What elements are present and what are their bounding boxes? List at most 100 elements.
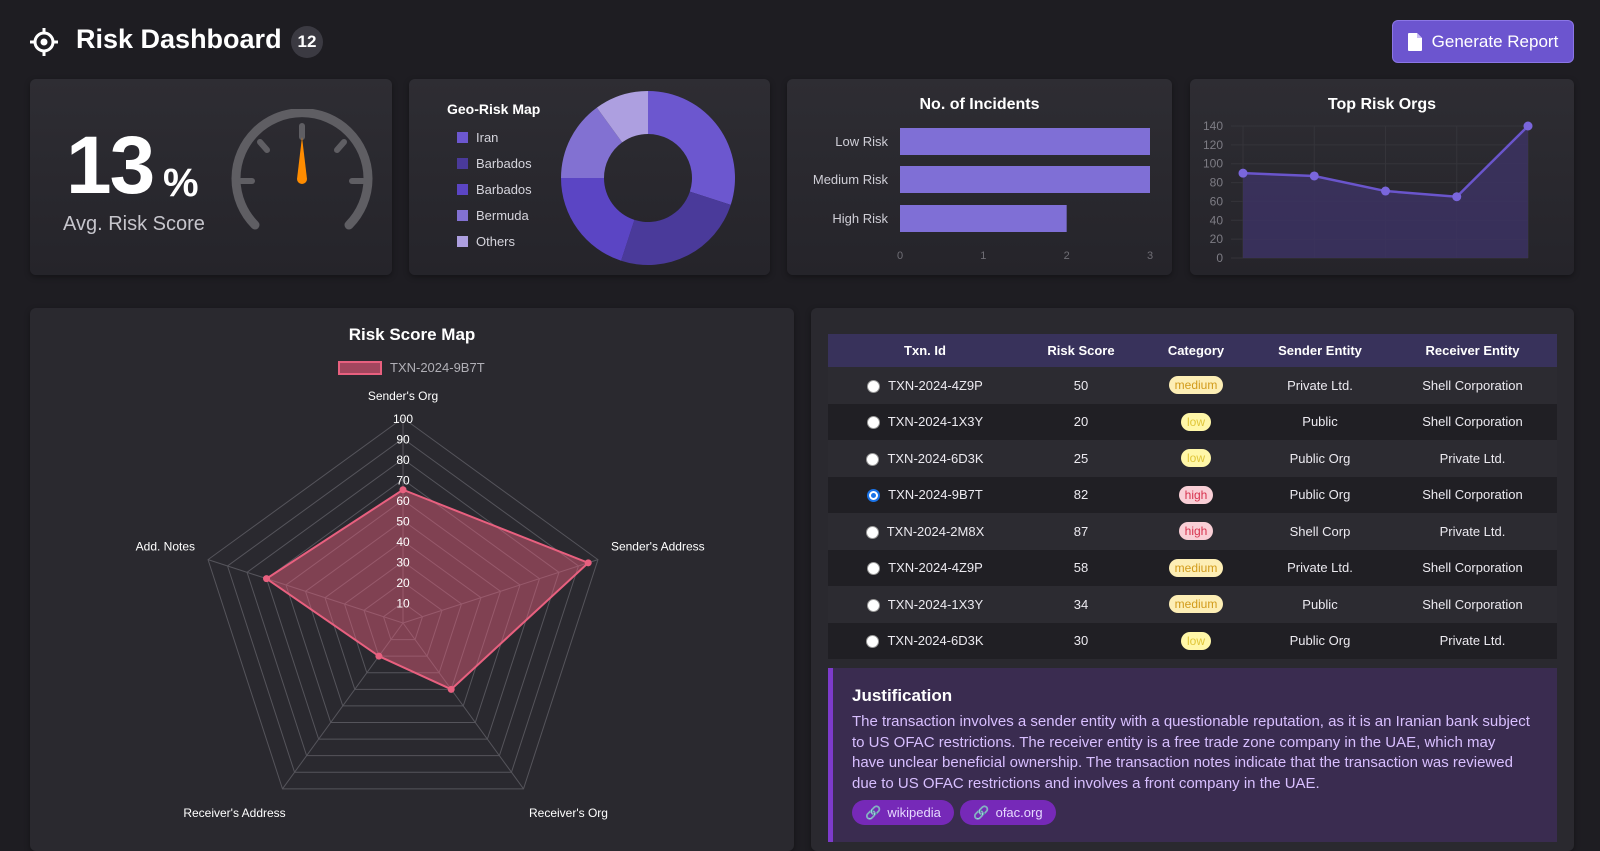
radar-point bbox=[584, 559, 592, 567]
txn-id-cell[interactable]: TXN-2024-6D3K bbox=[828, 440, 1022, 477]
risk-score-map-card: Risk Score Map TXN-2024-9B7T 10 20 30 40 50 6… bbox=[30, 308, 794, 851]
geo-risk-donut bbox=[561, 91, 735, 265]
row-radio-button[interactable] bbox=[866, 635, 880, 649]
table-row[interactable]: TXN-2024-6D3K 30 low Public Org Private Ltd. bbox=[828, 622, 1557, 659]
legend-label: Barbados bbox=[476, 156, 532, 171]
incidents-bar-chart: Low Risk Medium Risk High Risk 0 1 2 3 bbox=[813, 128, 1153, 262]
table-row[interactable]: TXN-2024-6D3K 25 low Public Org Private Ltd. bbox=[828, 440, 1557, 477]
table-row[interactable]: TXN-2024-9B7T 82 high Public Org Shell Corpo… bbox=[828, 476, 1557, 513]
justification-text: The transaction involves a sender entity… bbox=[852, 713, 1530, 793]
category-badge: low bbox=[1180, 449, 1211, 468]
table-row[interactable]: TXN-2024-4Z9P 50 medium Private Ltd. Shell C… bbox=[828, 367, 1557, 404]
category-badge: medium bbox=[1168, 595, 1224, 614]
risk-score-cell: 25 bbox=[1022, 440, 1140, 477]
receiver-entity-cell: Shell Corporation bbox=[1388, 476, 1557, 513]
risk-gauge bbox=[231, 109, 373, 230]
radar-tick-label: 90 bbox=[396, 433, 410, 447]
radar-axis-label: Receiver's Address bbox=[183, 806, 285, 820]
risk-score-cell: 58 bbox=[1022, 549, 1140, 586]
receiver-entity-cell: Shell Corporation bbox=[1388, 549, 1557, 586]
col-txn-id[interactable]: Txn. Id bbox=[828, 334, 1022, 367]
row-radio-button[interactable] bbox=[866, 452, 880, 466]
radar-tick-label: 40 bbox=[396, 535, 410, 549]
sender-entity-cell: Public Org bbox=[1252, 476, 1388, 513]
txn-id-cell[interactable]: TXN-2024-4Z9P bbox=[828, 367, 1022, 404]
txn-id-cell[interactable]: TXN-2024-9B7T bbox=[828, 476, 1022, 513]
incident-x-tick: 2 bbox=[1064, 250, 1070, 262]
category-badge: low bbox=[1180, 631, 1211, 650]
category-badge: high bbox=[1178, 485, 1214, 504]
row-radio-button[interactable] bbox=[867, 562, 881, 576]
incident-category-label: Low Risk bbox=[835, 134, 888, 149]
row-radio-button[interactable] bbox=[866, 416, 880, 430]
geo-legend-item[interactable]: Barbados bbox=[457, 156, 532, 171]
col-category[interactable]: Category bbox=[1140, 334, 1252, 367]
col-sender-entity[interactable]: Sender Entity bbox=[1252, 334, 1388, 367]
orgs-y-tick: 40 bbox=[1210, 213, 1224, 227]
radar-tick-label: 20 bbox=[396, 576, 410, 590]
category-cell: high bbox=[1140, 513, 1252, 550]
risk-score-cell: 20 bbox=[1022, 403, 1140, 440]
orgs-point bbox=[1309, 171, 1319, 181]
row-radio-button[interactable] bbox=[867, 489, 881, 503]
category-cell: medium bbox=[1140, 549, 1252, 586]
gauge-needle bbox=[297, 137, 307, 184]
generate-report-button[interactable]: Generate Report bbox=[1392, 20, 1574, 63]
geo-legend-item[interactable]: Others bbox=[457, 234, 515, 249]
incident-x-tick: 0 bbox=[897, 250, 903, 262]
risk-score-cell: 82 bbox=[1022, 476, 1140, 513]
txn-id-cell[interactable]: TXN-2024-1X3Y bbox=[828, 586, 1022, 623]
txn-id: TXN-2024-4Z9P bbox=[888, 560, 983, 576]
receiver-entity-cell: Shell Corporation bbox=[1388, 586, 1557, 623]
sender-entity-cell: Private Ltd. bbox=[1252, 549, 1388, 586]
crosshair-icon bbox=[30, 28, 58, 56]
table-row[interactable]: TXN-2024-1X3Y 34 medium Public Shell Corpora… bbox=[828, 586, 1557, 623]
orgs-y-tick: 140 bbox=[1203, 119, 1223, 133]
ofac-link[interactable]: 🔗 ofac.org bbox=[960, 800, 1056, 825]
donut-slice bbox=[648, 91, 735, 205]
legend-swatch bbox=[457, 236, 468, 247]
table-header-row: Txn. Id Risk Score Category Sender Entit… bbox=[828, 334, 1557, 367]
row-radio-button[interactable] bbox=[866, 598, 880, 612]
category-cell: medium bbox=[1140, 367, 1252, 404]
txn-id-cell[interactable]: TXN-2024-6D3K bbox=[828, 622, 1022, 659]
radar-series-area bbox=[264, 488, 591, 691]
top-orgs-card: Top Risk Orgs 0 20 40 60 80 100 120 140 bbox=[1190, 79, 1574, 275]
txn-id: TXN-2024-6D3K bbox=[887, 450, 984, 466]
incidents-card: No. of Incidents Low Risk Medium Risk High… bbox=[787, 79, 1172, 275]
radar-tick-label: 70 bbox=[396, 474, 410, 488]
sender-entity-cell: Public bbox=[1252, 586, 1388, 623]
col-risk-score[interactable]: Risk Score bbox=[1022, 334, 1140, 367]
radar-tick-label: 30 bbox=[396, 556, 410, 570]
txn-id-cell[interactable]: TXN-2024-1X3Y bbox=[828, 403, 1022, 440]
table-row[interactable]: TXN-2024-2M8X 87 high Shell Corp Private Ltd… bbox=[828, 513, 1557, 550]
col-receiver-entity[interactable]: Receiver Entity bbox=[1388, 334, 1557, 367]
row-radio-button[interactable] bbox=[867, 379, 881, 393]
orgs-point bbox=[1238, 168, 1248, 178]
txn-id-cell[interactable]: TXN-2024-4Z9P bbox=[828, 549, 1022, 586]
txn-id: TXN-2024-1X3Y bbox=[887, 414, 984, 430]
avg-risk-unit: % bbox=[163, 161, 199, 205]
category-cell: high bbox=[1140, 476, 1252, 513]
legend-swatch bbox=[457, 132, 468, 143]
row-radio-button[interactable] bbox=[865, 525, 879, 539]
table-row[interactable]: TXN-2024-1X3Y 20 low Public Shell Corporatio… bbox=[828, 403, 1557, 440]
legend-label: Iran bbox=[476, 130, 499, 145]
category-badge: low bbox=[1180, 412, 1211, 431]
table-row[interactable]: TXN-2024-4Z9P 58 medium Private Ltd. Shell C… bbox=[828, 549, 1557, 586]
radar-chart: 10 20 30 40 50 60 70 80 90 100 Sender's Org Sender'… bbox=[136, 389, 705, 820]
geo-legend-item[interactable]: Iran bbox=[457, 130, 498, 145]
category-badge: medium bbox=[1168, 558, 1224, 577]
legend-swatch bbox=[457, 210, 468, 221]
geo-legend-item[interactable]: Barbados bbox=[457, 182, 532, 197]
orgs-point bbox=[1381, 186, 1390, 196]
wikipedia-link[interactable]: 🔗 wikipedia bbox=[852, 800, 954, 825]
category-cell: low bbox=[1140, 622, 1252, 659]
receiver-entity-cell: Shell Corporation bbox=[1388, 403, 1557, 440]
justification-panel: Justification The transaction involves a… bbox=[828, 668, 1557, 842]
geo-legend-item[interactable]: Bermuda bbox=[457, 208, 529, 223]
risk-score-cell: 34 bbox=[1022, 586, 1140, 623]
link-icon: 🔗 bbox=[973, 804, 990, 820]
txn-id-cell[interactable]: TXN-2024-2M8X bbox=[828, 513, 1022, 550]
wikipedia-link-label: wikipedia bbox=[887, 805, 941, 820]
